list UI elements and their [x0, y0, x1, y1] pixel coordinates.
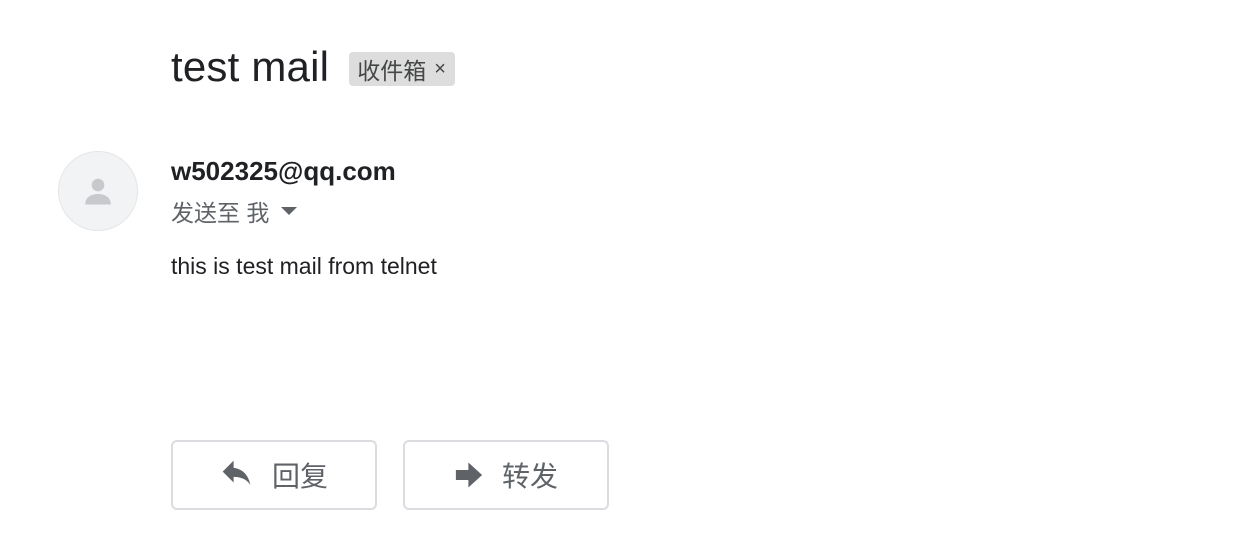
message-body: this is test mail from telnet	[171, 253, 437, 279]
reply-label: 回复	[271, 461, 328, 492]
forward-label: 转发	[501, 461, 558, 492]
recipient-text: 发送至 我	[171, 200, 270, 226]
reply-button[interactable]: 回复	[171, 440, 377, 510]
remove-label-icon[interactable]: ×	[434, 59, 446, 79]
person-icon	[85, 178, 111, 205]
forward-button[interactable]: 转发	[403, 440, 609, 510]
chevron-down-icon[interactable]	[281, 207, 298, 215]
email-subject: test mail	[171, 43, 330, 90]
inbox-label-chip[interactable]: 收件箱 ×	[349, 52, 455, 86]
sender-avatar[interactable]	[58, 151, 138, 231]
subject-header: test mail 收件箱 ×	[171, 40, 455, 94]
reply-icon	[220, 460, 254, 490]
forward-icon	[454, 460, 484, 490]
inbox-label-text: 收件箱	[357, 58, 427, 84]
recipient-details-toggle[interactable]: 发送至 我	[171, 196, 298, 226]
sender-address: w502325@qq.com	[171, 156, 396, 186]
